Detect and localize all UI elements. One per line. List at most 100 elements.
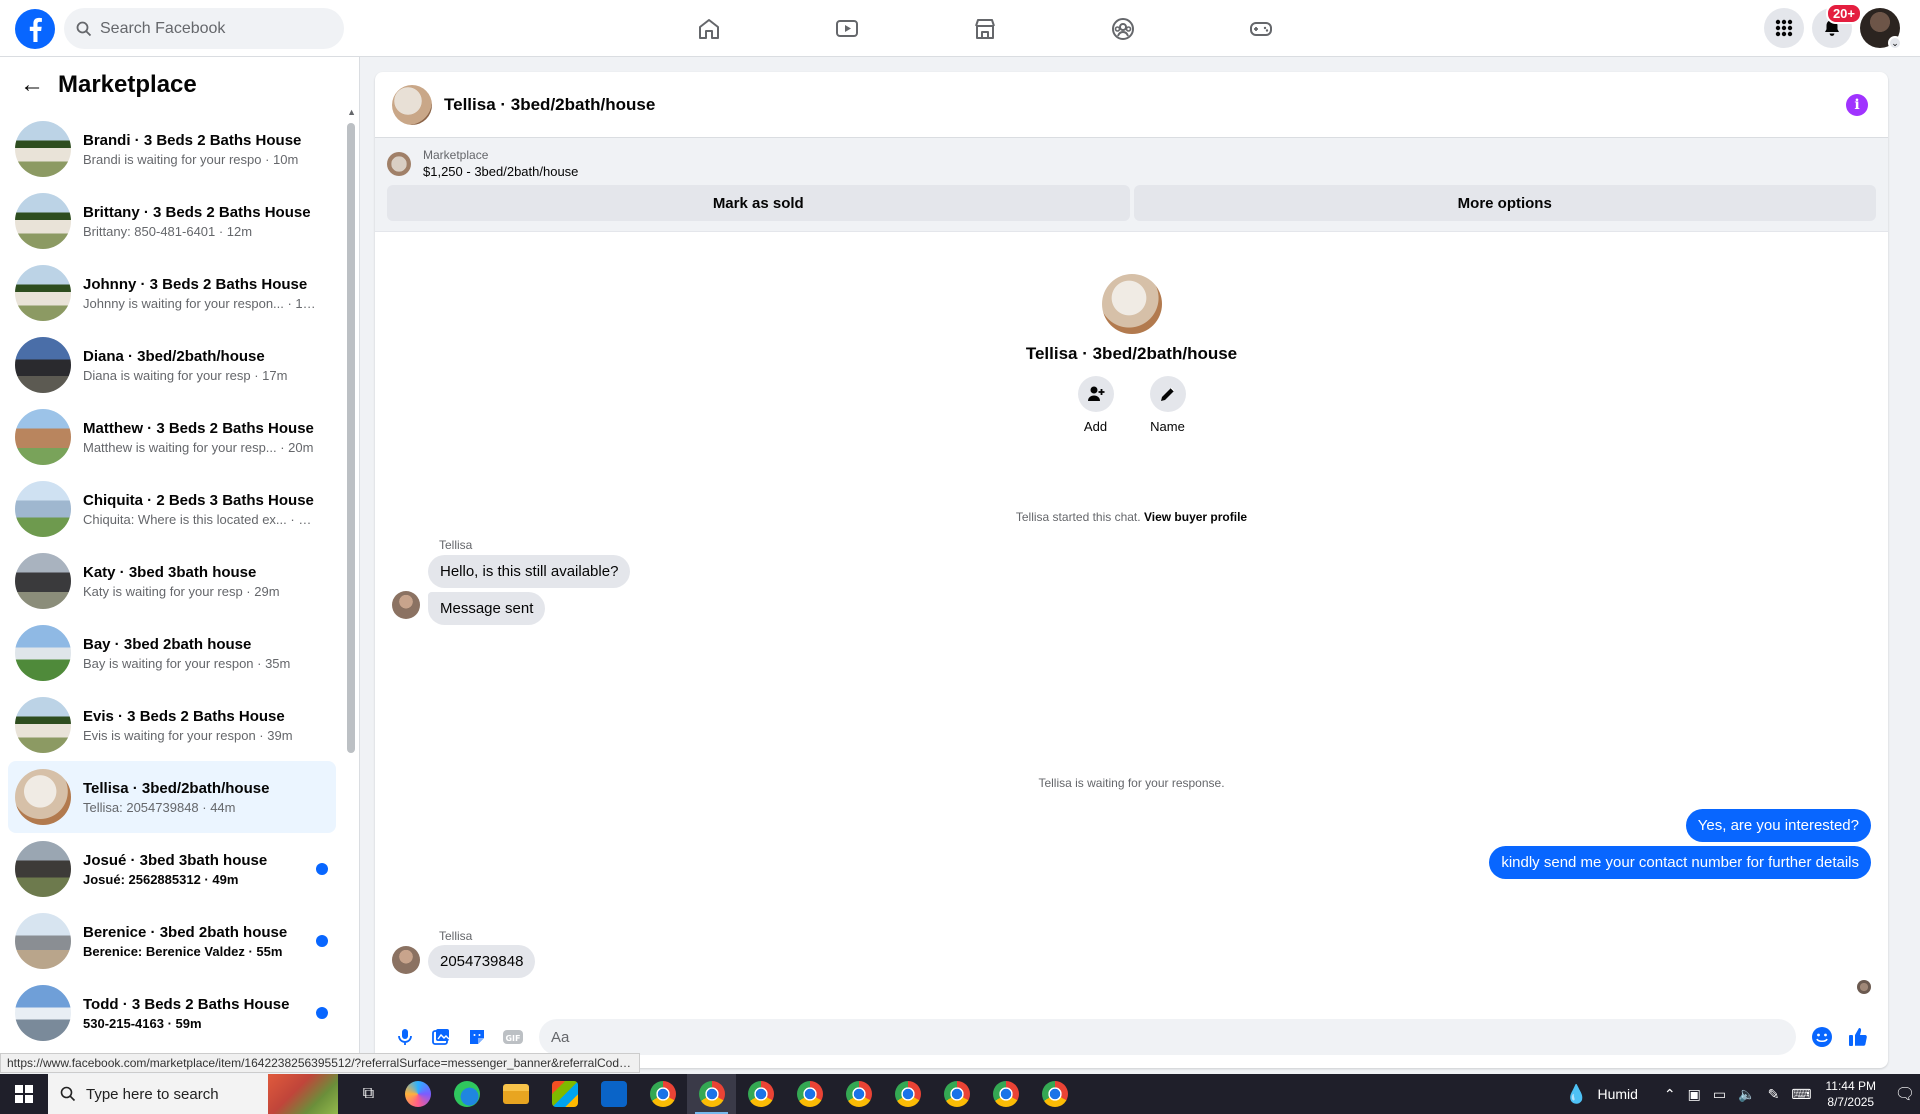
outgoing-message[interactable]: Yes, are you interested? — [1685, 809, 1871, 842]
search-input[interactable] — [100, 19, 320, 38]
camera-icon[interactable]: ▣ — [1688, 1086, 1701, 1103]
sender-name-label: Tellisa — [439, 929, 473, 943]
conversation-item[interactable]: Matthew · 3 Beds 2 Baths House Matthew is… — [8, 401, 336, 473]
nav-groups-tab[interactable] — [1054, 4, 1192, 54]
conversation-item[interactable]: Chiquita · 2 Beds 3 Baths House Chiquita:… — [8, 473, 336, 545]
view-buyer-profile-link[interactable]: View buyer profile — [1144, 510, 1247, 524]
video-icon — [836, 20, 858, 37]
search-box[interactable] — [64, 8, 344, 49]
conversation-preview: 530-215-4163 · 59m — [83, 1015, 202, 1031]
sender-name-label: Tellisa — [439, 538, 473, 552]
photo-icon — [432, 1029, 450, 1045]
sidebar-scrollbar[interactable] — [347, 123, 355, 753]
conversation-item[interactable]: Brandi · 3 Beds 2 Baths House Brandi is w… — [8, 113, 336, 185]
conversation-item[interactable]: Diana · 3bed/2bath/house Diana is waiting… — [8, 329, 336, 401]
conversation-item[interactable]: Johnny · 3 Beds 2 Baths House Johnny is w… — [8, 257, 336, 329]
conversation-item[interactable]: Berenice · 3bed 2bath house Berenice: Ber… — [8, 905, 336, 977]
start-button[interactable] — [0, 1074, 48, 1114]
conversation-item[interactable]: Evis · 3 Beds 2 Baths House Evis is waiti… — [8, 689, 336, 761]
taskbar-app-chrome[interactable] — [981, 1074, 1030, 1114]
profile-avatar-button[interactable]: ⌄ — [1860, 8, 1902, 50]
taskbar-search-input[interactable] — [86, 1085, 256, 1103]
add-person-icon — [1087, 386, 1104, 401]
taskbar-app-edge[interactable] — [442, 1074, 491, 1114]
microphone-icon — [398, 1029, 412, 1045]
emoji-icon — [1812, 1027, 1832, 1047]
attach-photo-button[interactable] — [423, 1019, 459, 1055]
conversation-title: Brittany · 3 Beds 2 Baths House — [83, 203, 311, 221]
taskbar-search[interactable] — [48, 1074, 338, 1114]
voice-clip-button[interactable] — [387, 1019, 423, 1055]
conversation-preview: Diana is waiting for your resp · 17m — [83, 367, 288, 383]
scroll-up-arrow-icon[interactable]: ▲ — [347, 107, 356, 117]
weather-widget[interactable]: 💧 Humid — [1565, 1084, 1638, 1105]
chat-panel: Tellisa · 3bed/2bath/house i Marketplace… — [375, 72, 1888, 1068]
taskbar-app-chrome[interactable] — [785, 1074, 834, 1114]
svg-text:GIF: GIF — [505, 1034, 520, 1043]
chrome-icon — [845, 1081, 872, 1107]
notifications-button[interactable]: 20+ — [1812, 3, 1862, 48]
task-view-icon: ⧉ — [362, 1085, 375, 1102]
conversation-item[interactable]: Josué · 3bed 3bath house Josué: 256288531… — [8, 833, 336, 905]
facebook-logo-icon[interactable] — [15, 9, 55, 49]
conversation-preview: Tellisa: 2054739848 · 44m — [83, 799, 236, 815]
chat-avatar[interactable] — [392, 84, 432, 125]
taskbar-app-chrome[interactable] — [883, 1074, 932, 1114]
menu-button[interactable] — [1764, 8, 1804, 48]
taskbar-app-chrome[interactable] — [932, 1074, 981, 1114]
taskbar-app-store[interactable] — [540, 1074, 589, 1114]
taskbar-app-chrome[interactable] — [687, 1074, 736, 1114]
pen-icon[interactable]: ✎ — [1768, 1086, 1780, 1103]
conversation-title: Evis · 3 Beds 2 Baths House — [83, 707, 285, 725]
taskbar-app-outlook[interactable] — [589, 1074, 638, 1114]
sender-avatar[interactable] — [392, 946, 420, 974]
unread-indicator-dot — [316, 863, 328, 875]
conversation-preview: Josué: 2562885312 · 49m — [83, 871, 239, 887]
nav-gaming-tab[interactable] — [1192, 4, 1330, 54]
tray-icons: ⌃ ▣ ▭ 🔈 ✎ ⌨ — [1664, 1086, 1812, 1103]
clock[interactable]: 11:44 PM 8/7/2025 — [1826, 1078, 1876, 1110]
listing-info[interactable]: Marketplace $1,250 - 3bed/2bath/house — [387, 148, 1876, 179]
incoming-message[interactable]: Message sent — [428, 592, 546, 625]
add-button[interactable]: Add — [1077, 376, 1114, 434]
sticker-button[interactable] — [459, 1019, 495, 1055]
taskbar-app-chrome[interactable] — [638, 1074, 687, 1114]
conversation-item[interactable]: Tellisa · 3bed/2bath/house Tellisa: 20547… — [8, 761, 336, 833]
emoji-button[interactable] — [1804, 1019, 1840, 1055]
notification-center-icon[interactable]: 🗨 — [1890, 1084, 1920, 1104]
outgoing-message[interactable]: kindly send me your contact number for f… — [1489, 846, 1871, 879]
network-icon[interactable]: ▭ — [1713, 1086, 1726, 1103]
taskbar-app-chrome[interactable] — [834, 1074, 883, 1114]
conversation-title: Josué · 3bed 3bath house — [83, 851, 268, 869]
taskbar-app-copilot[interactable] — [393, 1074, 442, 1114]
back-arrow-icon[interactable]: ← — [20, 71, 44, 99]
nav-home-tab[interactable] — [640, 4, 778, 54]
volume-icon[interactable]: 🔈 — [1738, 1086, 1755, 1103]
taskbar-app-chrome[interactable] — [1030, 1074, 1079, 1114]
conversation-item[interactable]: Brittany · 3 Beds 2 Baths House Brittany:… — [8, 185, 336, 257]
taskbar-app-explorer[interactable] — [491, 1074, 540, 1114]
gif-button[interactable]: GIF — [495, 1019, 531, 1055]
conversation-item[interactable]: Bay · 3bed 2bath house Bay is waiting for… — [8, 617, 336, 689]
waiting-note: Tellisa is waiting for your response. — [1038, 776, 1225, 790]
chat-title[interactable]: Tellisa · 3bed/2bath/house — [444, 95, 655, 115]
message-input[interactable] — [539, 1019, 1796, 1055]
name-button[interactable]: Name — [1149, 376, 1186, 434]
conversation-title: Berenice · 3bed 2bath house — [83, 923, 288, 941]
taskbar-app-chrome[interactable] — [736, 1074, 785, 1114]
chevron-up-icon[interactable]: ⌃ — [1664, 1086, 1676, 1103]
more-options-button[interactable]: More options — [1133, 185, 1876, 221]
nav-marketplace-tab[interactable] — [916, 4, 1054, 54]
like-button[interactable] — [1840, 1019, 1876, 1055]
mark-as-sold-button[interactable]: Mark as sold — [387, 185, 1130, 221]
keyboard-icon[interactable]: ⌨ — [1791, 1086, 1811, 1103]
nav-video-tab[interactable] — [778, 4, 916, 54]
incoming-message[interactable]: Hello, is this still available? — [428, 555, 631, 588]
info-icon[interactable]: i — [1846, 94, 1868, 116]
listing-thumbnail — [15, 913, 71, 969]
sender-avatar[interactable] — [392, 591, 420, 619]
conversation-item[interactable]: Todd · 3 Beds 2 Baths House 530-215-4163 … — [8, 977, 336, 1049]
conversation-item[interactable]: Katy · 3bed 3bath house Katy is waiting f… — [8, 545, 336, 617]
task-view-button[interactable]: ⧉ — [344, 1074, 393, 1114]
incoming-message[interactable]: 2054739848 — [428, 945, 536, 978]
